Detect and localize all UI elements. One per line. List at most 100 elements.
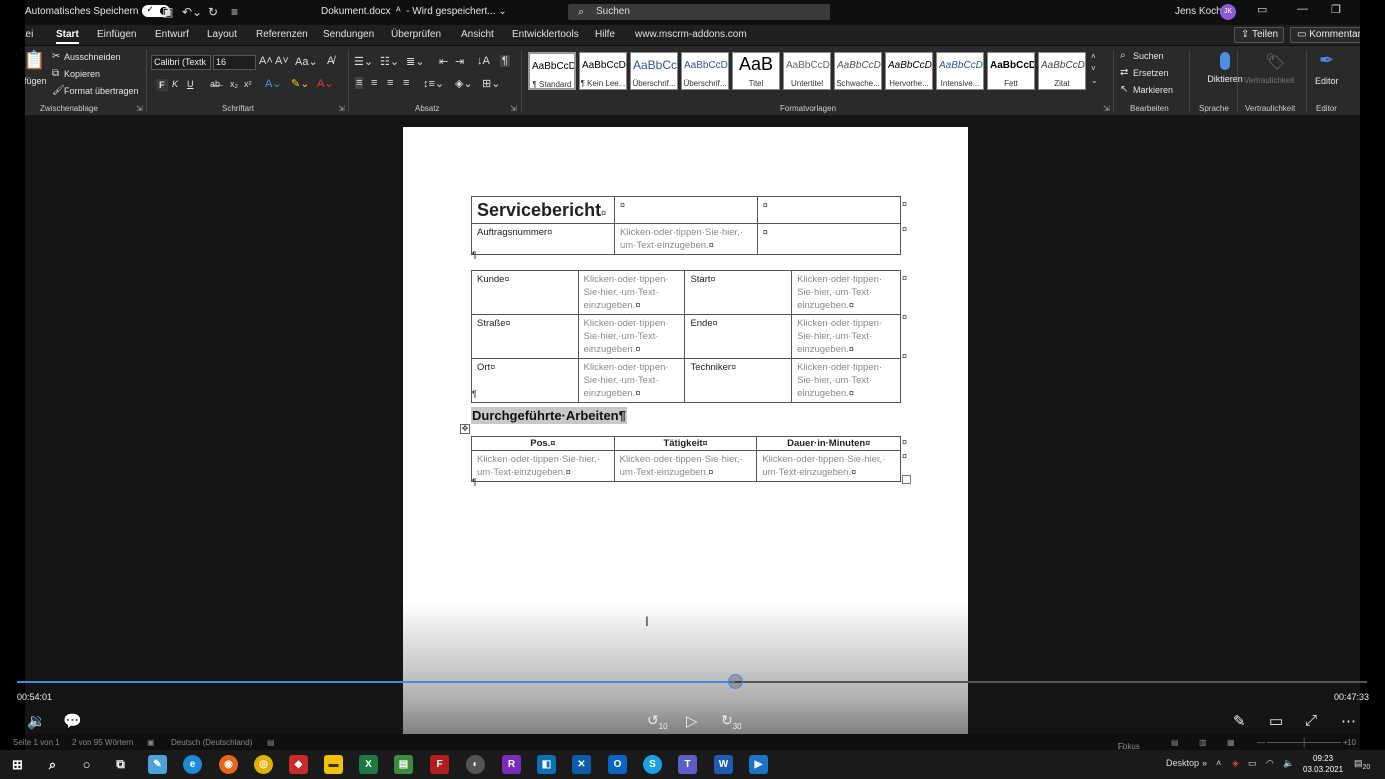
table-move-handle-icon[interactable]: ✥ — [460, 424, 470, 434]
edit-pen-icon[interactable]: ✎ — [1233, 712, 1246, 730]
video-seek-bar[interactable] — [17, 674, 1367, 689]
align-left-icon[interactable]: ≡ — [355, 77, 364, 89]
more-options-icon[interactable]: ⋯ — [1341, 712, 1356, 730]
autosave[interactable]: ← Automatisches Speichern — [25, 4, 171, 17]
table-resize-handle[interactable] — [902, 475, 911, 484]
restore-icon[interactable]: ❐ — [1331, 3, 1341, 16]
battery-icon[interactable]: ▭ — [1248, 758, 1257, 769]
style-subtle-emphasis[interactable]: AaBbCcDc Schwache... — [834, 52, 882, 90]
system-clock[interactable]: 09:23 03.03.2021 — [1303, 753, 1343, 775]
line-spacing-icon[interactable]: ↕≡⌄ — [423, 77, 444, 90]
customer-value-cell[interactable]: Klicken·oder·tippen· Sie·hier,·um·Text· … — [577, 270, 686, 315]
skype-icon[interactable]: S — [643, 755, 662, 774]
page-count[interactable]: Seite 1 von 1 — [13, 738, 60, 747]
media-player-icon[interactable]: ▶ — [749, 755, 768, 774]
replace-button[interactable]: Ersetzen — [1133, 68, 1169, 78]
shrink-font-icon[interactable]: A˅ — [275, 55, 289, 67]
tab-sendungen[interactable]: Sendungen — [323, 29, 374, 40]
section-heading[interactable]: Durchgeführte·Arbeiten¶ — [471, 407, 627, 424]
find-button[interactable]: Suchen — [1133, 51, 1164, 61]
column-header-duration[interactable]: Dauer·in·Minuten¤ — [756, 436, 901, 451]
clear-formatting-icon[interactable]: A̸ — [327, 55, 334, 67]
windows-start-icon[interactable]: ⊞ — [8, 755, 27, 774]
change-case-icon[interactable]: Aa⌄ — [295, 55, 318, 68]
print-layout-icon[interactable]: ▥ — [1199, 738, 1207, 747]
start-value-cell[interactable]: Klicken·oder·tippen· Sie·hier,·um·Text· … — [791, 270, 901, 315]
paste-button[interactable]: Einfügen — [25, 76, 47, 86]
select-button[interactable]: Markieren — [1133, 85, 1173, 95]
increase-indent-icon[interactable]: ⇥ — [455, 55, 464, 68]
superscript-icon[interactable]: x² — [244, 79, 252, 89]
notification-center-icon[interactable]: ▤20 — [1354, 758, 1370, 771]
content-placeholder[interactable]: Klicken·oder·tippen· Sie·hier,·um·Text· … — [797, 362, 882, 399]
end-value-cell[interactable]: Klicken·oder·tippen· Sie·hier,·um·Text· … — [791, 314, 901, 359]
app-icon[interactable]: ◆ — [289, 755, 308, 774]
copy-button[interactable]: Kopieren — [64, 69, 100, 79]
format-painter-button[interactable]: Format übertragen — [64, 86, 139, 96]
style-emphasis[interactable]: AaBbCcDc Hervorhe... — [885, 52, 933, 90]
style-strong[interactable]: AaBbCcDc Fett — [987, 52, 1035, 90]
content-placeholder[interactable]: Klicken·oder·tippen· Sie·hier,·um·Text· … — [584, 362, 669, 399]
avatar[interactable]: JK — [1220, 4, 1236, 20]
desktop-toolbar[interactable]: Desktop — [1166, 758, 1199, 768]
city-value-cell[interactable]: Klicken·oder·tippen· Sie·hier,·um·Text· … — [577, 358, 686, 403]
table-cell[interactable]: ¤ — [613, 196, 758, 224]
ribbon-display-icon[interactable]: ▭ — [1257, 3, 1267, 16]
word-icon[interactable]: W — [714, 755, 733, 774]
bold-button[interactable]: F — [156, 79, 168, 91]
styles-launcher-icon[interactable]: ⇲ — [1103, 104, 1110, 113]
content-placeholder[interactable]: Klicken·oder·tippen·Sie·hier,· um·Text·e… — [620, 454, 743, 478]
dictate-button[interactable]: Diktieren — [1205, 52, 1245, 84]
app-icon[interactable]: ◐ — [466, 755, 485, 774]
tray-overflow-icon[interactable]: ˄ — [1216, 758, 1221, 768]
order-number-value-cell[interactable]: Klicken·oder·tippen·Sie·hier,· um·Text·e… — [613, 223, 758, 255]
table-cell[interactable]: ¤ — [756, 196, 902, 224]
paste-icon[interactable]: 📋 — [25, 50, 45, 71]
cut-button[interactable]: Ausschneiden — [64, 52, 121, 62]
share-button[interactable]: ⇪ Teilen — [1234, 27, 1284, 43]
accessibility-icon[interactable]: ▤ — [267, 738, 275, 747]
fullscreen-icon[interactable]: ⤢ — [1305, 712, 1317, 729]
street-value-cell[interactable]: Klicken·oder·tippen· Sie·hier,·um·Text· … — [577, 314, 686, 359]
content-placeholder[interactable]: Klicken·oder·tippen·Sie·hier,· um·Text·e… — [477, 454, 600, 478]
content-placeholder[interactable]: Klicken·oder·tippen· Sie·hier,·um·Text· … — [797, 318, 882, 355]
clipboard-launcher-icon[interactable]: ⇲ — [136, 104, 143, 113]
cortana-icon[interactable]: ○ — [77, 755, 96, 774]
document-page[interactable]: Servicebericht¤ ¤ ¤ Auftragsnummer¤ Klic… — [403, 127, 968, 743]
volume-icon[interactable]: 🔉 — [27, 712, 46, 730]
align-center-icon[interactable]: ≡ — [371, 77, 377, 89]
duration-value-cell[interactable]: Klicken·oder·tippen·Sie·hier,· um·Text·e… — [756, 450, 901, 482]
undo-icon[interactable]: ↶⌄ — [182, 5, 202, 19]
tab-start[interactable]: Start — [56, 29, 79, 44]
document-name[interactable]: Dokument.docx ᴬ - Wird gespeichert... ⌄ — [321, 6, 507, 17]
show-formatting-marks-icon[interactable]: ¶ — [500, 55, 510, 67]
font-launcher-icon[interactable]: ⇲ — [338, 104, 345, 113]
style-no-spacing[interactable]: AaBbCcDc ¶ Kein Lee... — [579, 52, 627, 90]
column-header-activity[interactable]: Tätigkeit¤ — [613, 436, 758, 451]
skip-back-button[interactable]: ↺10 — [647, 712, 668, 731]
title-cell[interactable]: Servicebericht¤ — [471, 196, 615, 224]
align-right-icon[interactable]: ≡ — [387, 77, 393, 89]
content-placeholder[interactable]: Klicken·oder·tippen· Sie·hier,·um·Text· … — [797, 274, 882, 311]
task-view-icon[interactable]: ⧉ — [111, 755, 130, 774]
zoom-percent[interactable]: 10 — [1347, 738, 1356, 747]
save-icon[interactable]: ▣ — [162, 5, 173, 19]
grow-font-icon[interactable]: A˄ — [259, 55, 273, 67]
italic-button[interactable]: K — [172, 79, 178, 89]
paragraph-launcher-icon[interactable]: ⇲ — [510, 104, 517, 113]
filezilla-icon[interactable]: F — [430, 755, 449, 774]
subscript-icon[interactable]: x₂ — [230, 79, 238, 89]
edge-browser-icon[interactable]: e — [183, 755, 202, 774]
tab-entwurf[interactable]: Entwurf — [155, 29, 189, 40]
outlook-icon[interactable]: O — [608, 755, 627, 774]
language-status[interactable]: Deutsch (Deutschland) — [171, 738, 252, 747]
shading-icon[interactable]: ◈⌄ — [455, 77, 473, 90]
font-name-select[interactable]: Calibri (Textk — [151, 55, 211, 70]
tab-entwicklertools[interactable]: Entwicklertools — [512, 29, 579, 40]
acrobat-tray-icon[interactable]: ◈ — [1232, 758, 1239, 769]
street-label-cell[interactable]: Straße¤ — [471, 314, 579, 359]
style-intense-emphasis[interactable]: AaBbCcDc Intensive... — [936, 52, 984, 90]
excel-icon[interactable]: X — [359, 755, 378, 774]
font-color-icon[interactable]: A⌄ — [317, 77, 334, 90]
style-heading-2[interactable]: AaBbCcD Überschrif... — [681, 52, 729, 90]
